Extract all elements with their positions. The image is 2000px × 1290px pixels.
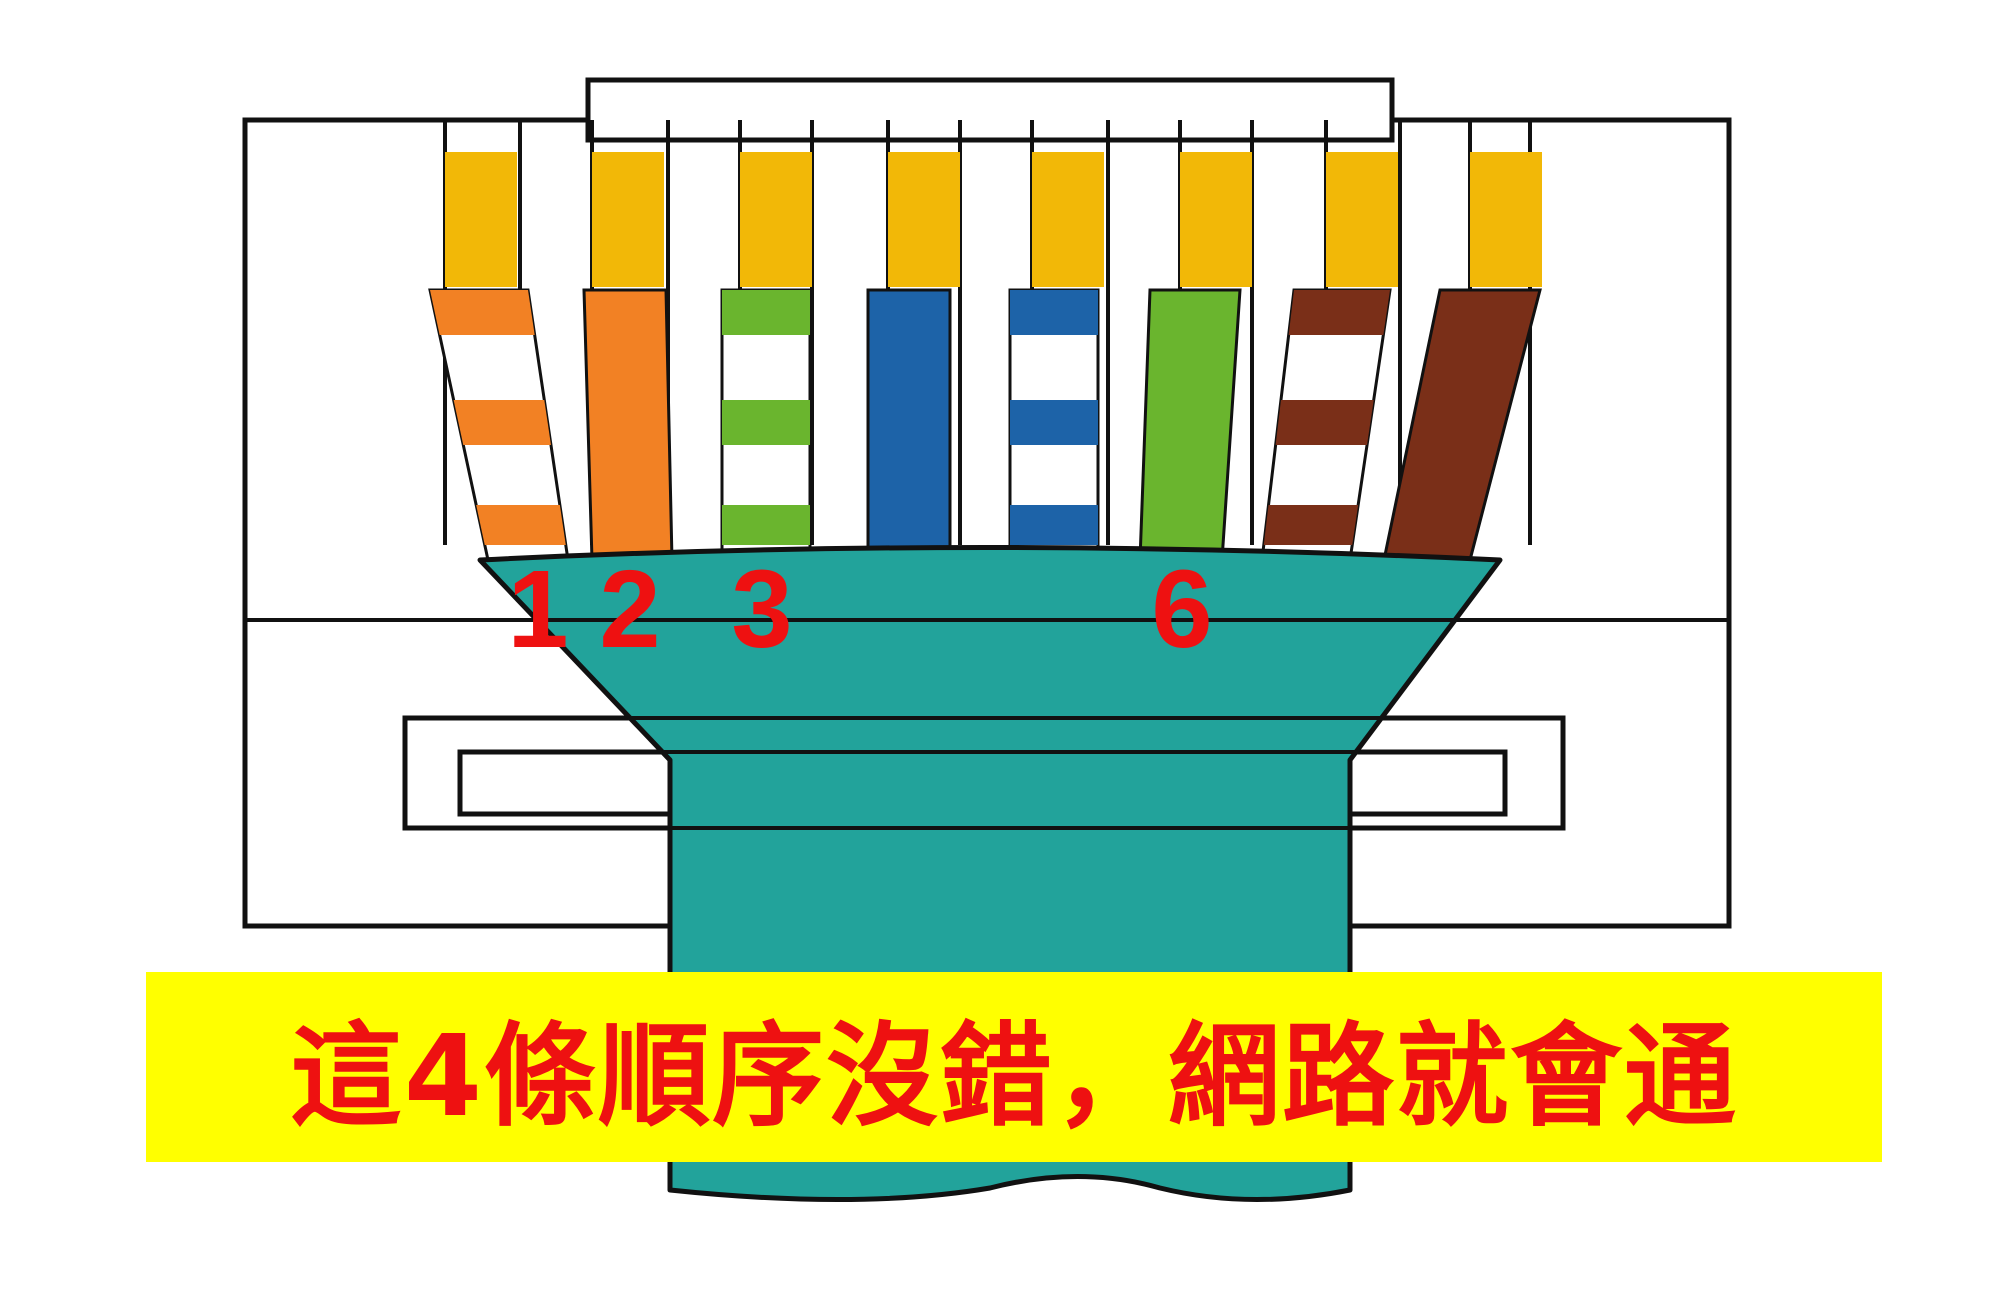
wire-stripe — [1288, 290, 1390, 335]
pin-label-6: 6 — [1151, 548, 1212, 671]
wire-stripe — [722, 400, 810, 445]
gold-contact — [1326, 152, 1398, 287]
gold-contact — [740, 152, 812, 287]
pin-label-2: 2 — [599, 548, 660, 671]
wire-stripe — [722, 290, 810, 335]
wire-stripe — [1010, 290, 1098, 335]
gold-contact — [888, 152, 960, 287]
wire-body — [582, 288, 674, 562]
gold-contact — [445, 152, 517, 287]
wire-stripe — [1010, 400, 1098, 445]
caption-text: 這4條順序沒錯，網路就會通 — [290, 1012, 1738, 1142]
wire-body — [1138, 288, 1242, 562]
gold-contact — [1032, 152, 1104, 287]
wire-white-blue — [1008, 288, 1100, 562]
caption-banner: 這4條順序沒錯，網路就會通 — [146, 972, 1882, 1162]
pin-label-3: 3 — [731, 548, 792, 671]
wire-body — [866, 288, 952, 562]
wire-stripe — [722, 505, 810, 545]
gold-contact — [1470, 152, 1542, 287]
wire-green — [1138, 288, 1242, 562]
wire-stripe — [476, 505, 566, 545]
wire-stripe — [430, 290, 535, 335]
wire-stripe — [1010, 505, 1098, 545]
wire-stripe — [1275, 400, 1374, 445]
wire-stripe — [453, 400, 551, 445]
wire-stripe — [1263, 505, 1359, 545]
housing-top-tab — [585, 77, 1395, 143]
wire-orange — [582, 288, 674, 562]
wire-white-green — [720, 288, 812, 562]
pin-label-1: 1 — [507, 548, 568, 671]
wire-blue — [866, 288, 952, 562]
gold-contact — [592, 152, 664, 287]
gold-contact — [1180, 152, 1252, 287]
